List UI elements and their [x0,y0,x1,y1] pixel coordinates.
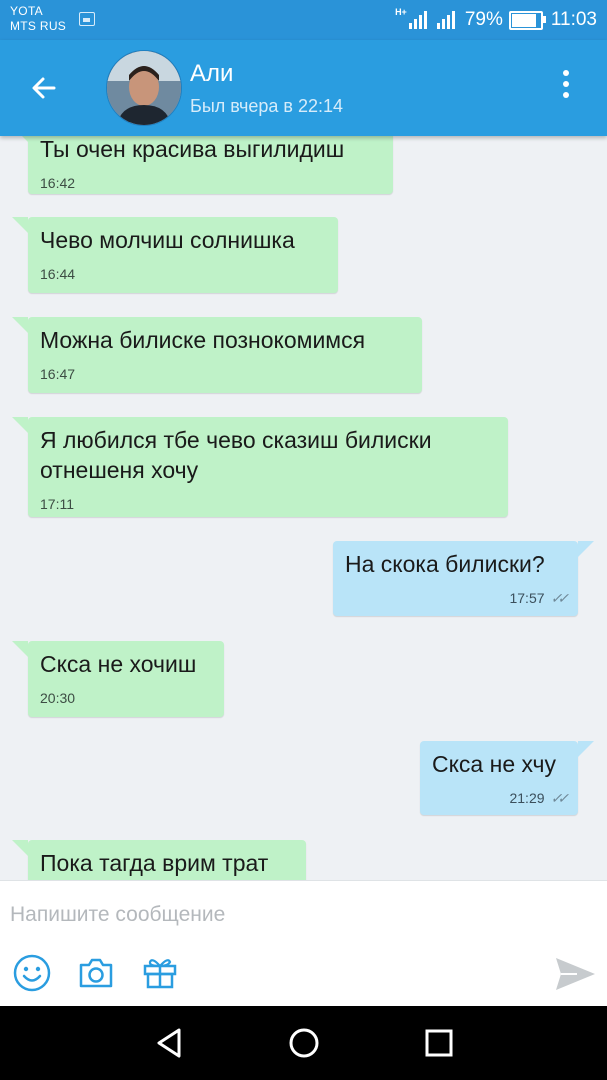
message-bubble[interactable]: На скока билиски? 17:57 ✓✓ [333,541,594,616]
message-meta: 17:57 ✓✓ [333,579,578,613]
network-type: H+ [395,7,407,17]
nav-back-button[interactable] [152,1026,186,1060]
image-notification-icon [79,12,95,26]
status-bar: YOTA MTS RUS H+ 79% 11:03 [0,0,607,40]
message-text: Можна билиске познокомимся [40,327,366,353]
signal-icon [436,11,457,29]
more-vertical-icon [561,70,571,98]
send-button[interactable] [553,955,597,993]
message-text: На скока билиски? [345,551,545,577]
gift-icon [143,959,177,989]
camera-icon [79,958,113,988]
battery-percent: 79% [464,9,503,30]
last-seen-status: Был вчера в 22:14 [190,96,344,116]
message-meta: 21:29 ✓✓ [420,779,578,813]
message-time: 17:57 [509,590,545,606]
message-time: 17:11 [40,496,74,512]
message-time: 20:30 [40,690,76,706]
message-list[interactable]: Ты очен красива выгилидиш 16:42 Чево мол… [0,136,607,880]
back-button[interactable] [28,72,60,104]
battery-level [511,13,536,27]
message-time: 16:42 [40,175,76,191]
avatar[interactable] [106,50,182,126]
nav-home-button[interactable] [287,1026,321,1060]
battery-icon [508,10,546,30]
message-bubble[interactable]: Скса не хочиш 20:30 [12,641,224,717]
read-check-icon: ✓✓ [550,790,570,806]
carrier-info: YOTA MTS RUS [10,4,66,34]
message-time: 21:29 [509,790,545,806]
carrier-secondary: MTS RUS [10,19,67,33]
message-bubble[interactable]: Пока тагда врим трат [12,840,306,880]
message-text: Я любился тбе чево сказиш билиски отнеше… [40,427,432,483]
recents-square-icon [425,1029,453,1057]
emoji-icon [13,954,51,992]
system-nav-bar [0,1006,607,1080]
message-text: Ты очен красива выгилидиш [40,136,345,162]
send-icon [556,958,595,990]
more-options-button[interactable] [561,70,571,106]
status-icons: H+ 79% 11:03 [395,7,597,33]
message-text: Скса не хочиш [40,651,197,677]
message-time: 16:44 [40,266,76,282]
back-triangle-icon [157,1028,181,1058]
nav-recents-button[interactable] [422,1026,456,1060]
message-time: 16:47 [40,366,76,382]
carrier-primary: YOTA [10,4,43,18]
signal-icon [408,11,429,29]
contact-name: Али [190,60,234,87]
message-text: Скса не хчу [432,751,556,777]
message-input[interactable] [8,899,572,931]
camera-button[interactable] [76,953,116,993]
message-composer [0,880,607,1007]
gift-button[interactable] [140,953,180,993]
avatar-photo [107,51,181,125]
message-text: Чево молчиш солнишка [40,227,295,253]
read-check-icon: ✓✓ [550,590,570,606]
home-circle-icon [289,1028,319,1058]
message-bubble[interactable]: Ты очен красива выгилидиш 16:42 [12,136,393,194]
message-bubble[interactable]: Я любился тбе чево сказиш билиски отнеше… [12,417,508,517]
emoji-button[interactable] [12,953,52,993]
chat-header: Али Был вчера в 22:14 [0,40,607,136]
message-text: Пока тагда врим трат [40,850,269,876]
back-arrow-icon [32,77,56,99]
message-bubble[interactable]: Можна билиске познокомимся 16:47 [12,317,422,393]
message-bubble[interactable]: Скса не хчу 21:29 ✓✓ [420,741,594,815]
message-bubble[interactable]: Чево молчиш солнишка 16:44 [12,217,338,293]
clock: 11:03 [550,9,597,30]
